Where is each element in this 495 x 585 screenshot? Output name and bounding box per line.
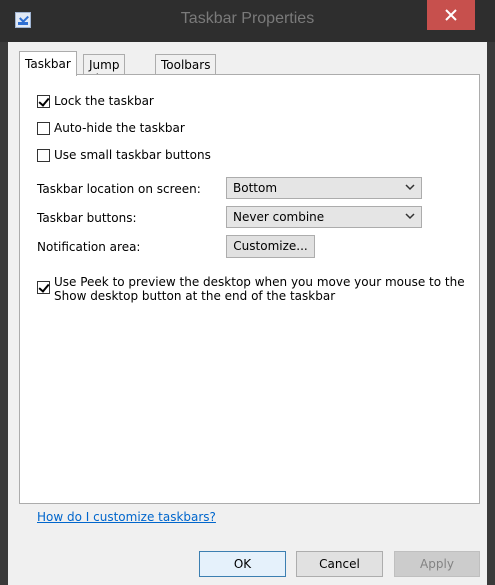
small-buttons-option[interactable]: Use small taskbar buttons: [37, 148, 211, 163]
peek-checkbox[interactable]: [37, 281, 50, 294]
tab-jump-lists[interactable]: Jump Lists: [83, 54, 126, 86]
taskbar-location-select[interactable]: Bottom: [226, 177, 422, 199]
taskbar-tab-panel: Lock the taskbar Auto-hide the taskbar U…: [19, 74, 480, 524]
peek-option[interactable]: Use Peek to preview the desktop when you…: [37, 275, 465, 303]
peek-label-line-2: Show desktop button at the end of the ta…: [54, 289, 336, 303]
small-buttons-checkbox[interactable]: [37, 149, 50, 162]
customize-button[interactable]: Customize...: [226, 235, 315, 258]
tab-taskbar[interactable]: Taskbar: [19, 51, 77, 76]
taskbar-buttons-select[interactable]: Never combine: [226, 206, 422, 228]
window-title: Taskbar Properties: [180, 10, 315, 27]
taskbar-location-label: Taskbar location on screen:: [37, 182, 201, 196]
ok-button[interactable]: OK: [199, 551, 286, 577]
taskbar-location-value: Bottom: [233, 181, 278, 195]
chevron-down-icon: [405, 213, 415, 220]
taskbar-buttons-value: Never combine: [233, 210, 325, 224]
dialog-body: Taskbar Jump Lists Toolbars Lock the tas…: [8, 42, 487, 585]
auto-hide-checkbox[interactable]: [37, 122, 50, 135]
close-icon: [445, 9, 457, 21]
title-bar[interactable]: Taskbar Properties: [0, 0, 495, 42]
auto-hide-label: Auto-hide the taskbar: [54, 121, 185, 135]
cancel-button[interactable]: Cancel: [296, 551, 383, 577]
chevron-down-icon: [405, 184, 415, 191]
auto-hide-option[interactable]: Auto-hide the taskbar: [37, 121, 185, 136]
taskbar-properties-window: Taskbar Properties Taskbar Jump Lists To…: [0, 0, 495, 585]
tab-toolbars[interactable]: Toolbars: [155, 54, 217, 75]
taskbar-buttons-label: Taskbar buttons:: [37, 211, 137, 225]
peek-label-line-1: Use Peek to preview the desktop when you…: [54, 275, 465, 289]
lock-taskbar-label: Lock the taskbar: [54, 94, 154, 108]
close-button[interactable]: [427, 0, 475, 30]
lock-taskbar-option[interactable]: Lock the taskbar: [37, 94, 154, 109]
apply-button[interactable]: Apply: [394, 551, 480, 577]
help-link[interactable]: How do I customize taskbars?: [37, 510, 216, 524]
lock-taskbar-checkbox[interactable]: [37, 95, 50, 108]
notification-area-label: Notification area:: [37, 240, 141, 254]
peek-label: Use Peek to preview the desktop when you…: [54, 275, 465, 303]
small-buttons-label: Use small taskbar buttons: [54, 148, 211, 162]
